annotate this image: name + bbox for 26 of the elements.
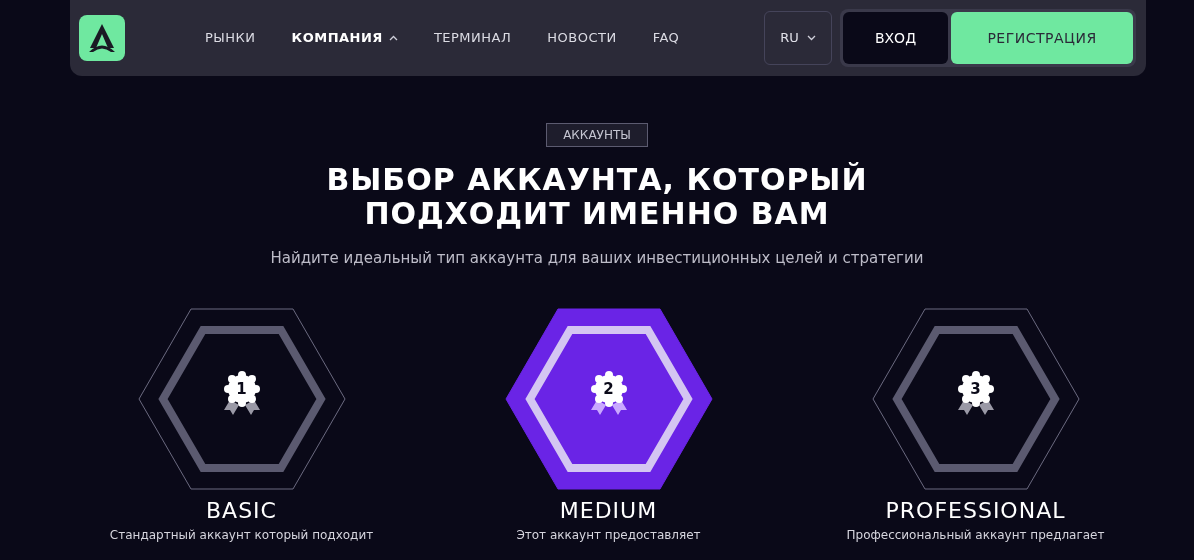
- nav-link[interactable]: FAQ: [652, 28, 680, 48]
- hexagon-badge[interactable]: [137, 307, 346, 490]
- register-button[interactable]: РЕГИСТРАЦИЯ: [951, 12, 1133, 64]
- login-button[interactable]: ВХОД: [843, 12, 948, 64]
- language-selector[interactable]: RU: [764, 11, 832, 65]
- chevron-icon: [806, 35, 816, 41]
- hexagon-badge[interactable]: [504, 307, 713, 490]
- medal-number: 3: [969, 379, 982, 398]
- plan-name: PROFESSIONAL: [885, 497, 1066, 524]
- plan-description: Профессиональный аккаунт предлагает: [846, 527, 1105, 543]
- plan-description: Стандартный аккаунт который подходит: [109, 527, 374, 543]
- hexagon-badge[interactable]: [871, 307, 1080, 490]
- nav-link[interactable]: РЫНКИ: [205, 28, 256, 48]
- plan-name: BASIC: [206, 497, 277, 524]
- chevron-icon: [388, 35, 398, 41]
- section-subtitle: Найдите идеальный тип аккаунта для ваших инвестиционных целей и стратегии: [270, 248, 924, 269]
- nav-link[interactable]: НОВОСТИ: [547, 28, 617, 48]
- section-tag: АККАУНТЫ: [546, 123, 648, 147]
- section-title: ВЫБОР АККАУНТА, КОТОРЫЙ ПОДХОДИТ ИМЕННО ВАМ: [325, 163, 869, 231]
- plan-description: Этот аккаунт предоставляет: [516, 527, 701, 543]
- nav-link[interactable]: КОМПАНИЯ: [291, 28, 398, 48]
- medal-number: 1: [235, 379, 248, 398]
- logo-icon[interactable]: [79, 15, 125, 61]
- medal-number: 2: [602, 379, 615, 398]
- nav-link[interactable]: ТЕРМИНАЛ: [433, 28, 512, 48]
- plan-name: MEDIUM: [559, 497, 658, 524]
